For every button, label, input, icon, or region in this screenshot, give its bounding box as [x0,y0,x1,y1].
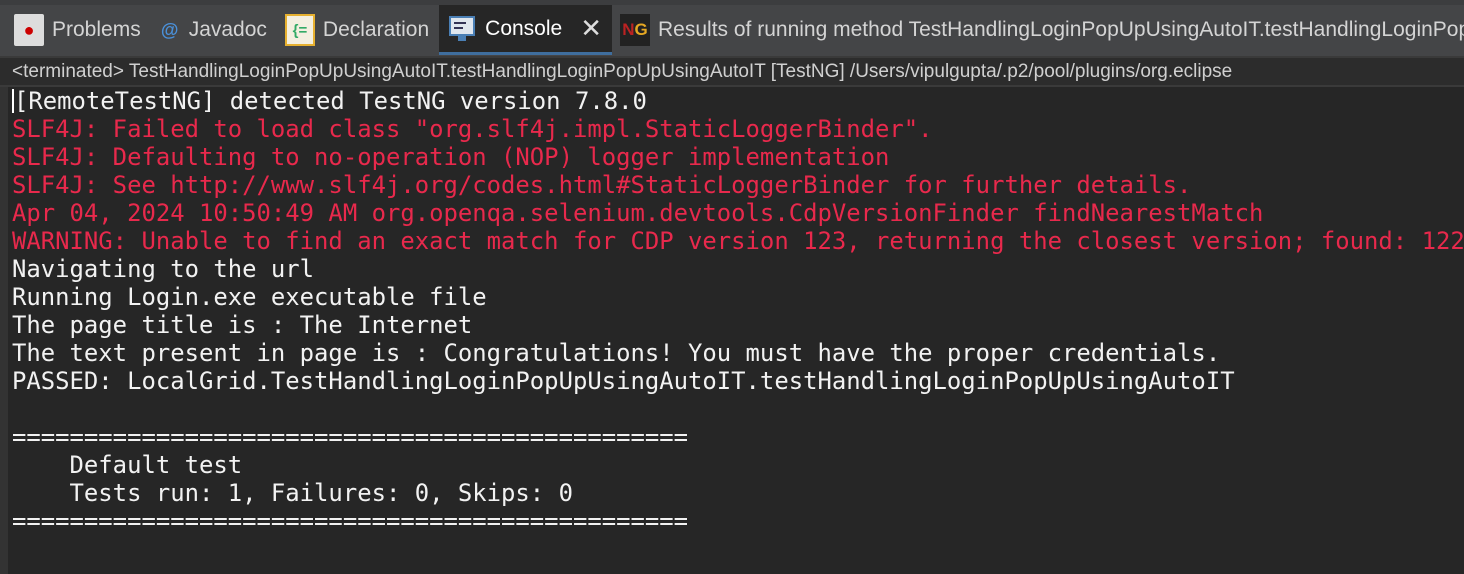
console-line-text: The page title is : The Internet [12,311,473,339]
console-line-error: SLF4J: Defaulting to no-operation (NOP) … [12,143,1464,171]
close-icon[interactable]: ✕ [580,13,602,44]
tab-label: Javadoc [188,18,267,41]
console-line: [RemoteTestNG] detected TestNG version 7… [12,87,1464,115]
tab-declaration[interactable]: {= Declaration [277,5,439,55]
testng-icon: NG [620,14,651,46]
console-line-text: PASSED: LocalGrid.TestHandlingLoginPopUp… [12,367,1235,395]
console-line: The page title is : The Internet [12,311,1464,339]
console-line-text: SLF4J: Failed to load class "org.slf4j.i… [12,115,933,143]
console-line: PASSED: LocalGrid.TestHandlingLoginPopUp… [12,367,1464,395]
console-line: Default test [12,451,1464,479]
console-line-error: SLF4J: See http://www.slf4j.org/codes.ht… [12,171,1464,199]
console-status-bar: <terminated> TestHandlingLoginPopUpUsing… [0,56,1464,87]
tab-console[interactable]: Console ✕ [439,5,613,55]
console-line-text: Apr 04, 2024 10:50:49 AM org.openqa.sele… [12,199,1264,227]
console-line-text: The text present in page is : Congratula… [12,339,1221,367]
tab-javadoc[interactable]: @ Javadoc [151,5,277,55]
tab-label: Console [485,16,563,40]
console-line-text: SLF4J: Defaulting to no-operation (NOP) … [12,143,890,171]
console-line-text: Running Login.exe executable file [12,283,487,311]
console-line-error: SLF4J: Failed to load class "org.slf4j.i… [12,115,1464,143]
declaration-icon: {= [284,14,315,46]
console-icon [447,13,477,45]
problems-icon: ● [14,14,44,46]
console-output[interactable]: [RemoteTestNG] detected TestNG version 7… [0,87,1464,574]
console-line-error: Apr 04, 2024 10:50:49 AM org.openqa.sele… [12,199,1464,227]
tab-testng-results[interactable]: NG Results of running method TestHandlin… [612,5,1464,55]
console-line-text: ========================================… [12,423,689,451]
console-line-text: Tests run: 1, Failures: 0, Skips: 0 [12,479,573,507]
tab-label: Declaration [322,18,430,41]
console-line-error: WARNING: Unable to find an exact match f… [12,227,1464,255]
console-line-text: SLF4J: See http://www.slf4j.org/codes.ht… [12,171,1192,199]
tab-problems[interactable]: ● Problems [6,5,151,55]
console-line: Tests run: 1, Failures: 0, Skips: 0 [12,479,1464,507]
tab-label: Results of running method TestHandlingLo… [658,18,1464,41]
console-line-text: Default test [12,451,243,479]
console-line-text: Navigating to the url [12,255,315,283]
console-line: The text present in page is : Congratula… [12,339,1464,367]
console-line: Navigating to the url [12,255,1464,283]
console-line: ========================================… [12,507,1464,535]
console-line: ========================================… [12,423,1464,451]
console-line-text: [RemoteTestNG] detected TestNG version 7… [14,87,647,115]
console-line-text: ========================================… [12,507,689,535]
console-line-text: WARNING: Unable to find an exact match f… [12,227,1464,255]
tab-label: Problems [52,18,141,41]
at-icon: @ [160,19,179,40]
console-line: Running Login.exe executable file [12,283,1464,311]
view-tab-bar: ● Problems @ Javadoc {= Declaration Cons… [0,0,1464,56]
